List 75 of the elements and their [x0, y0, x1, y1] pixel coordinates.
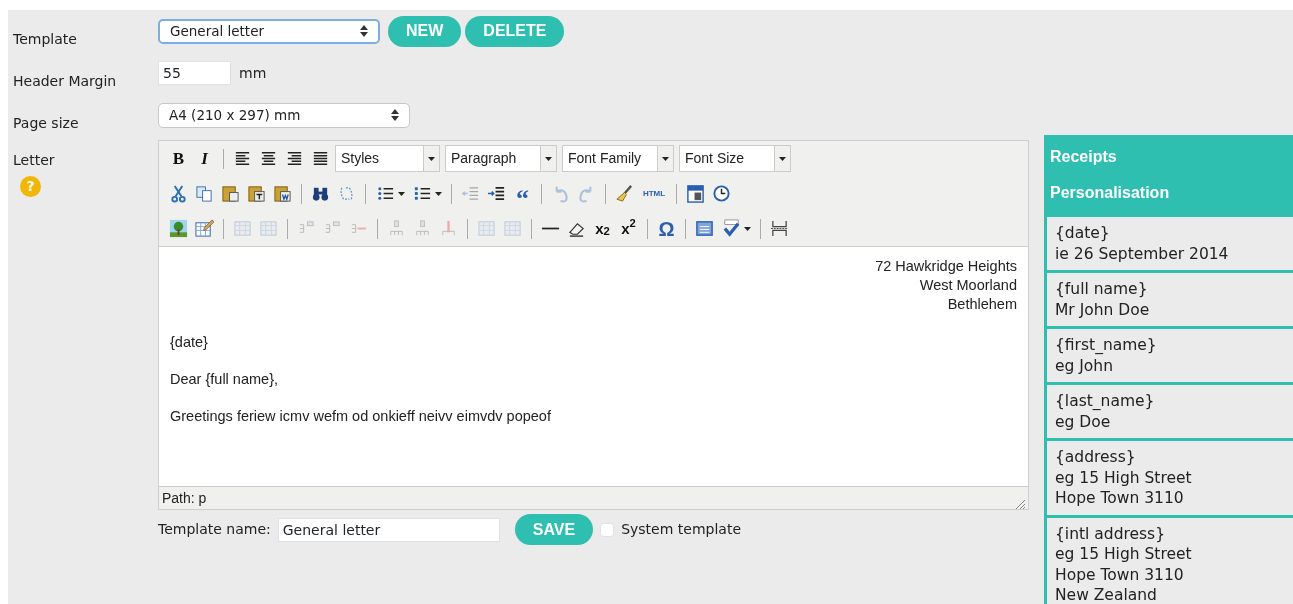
address-line: 72 Hawkridge Heights	[874, 257, 1017, 276]
tree-picture-icon[interactable]	[169, 219, 188, 238]
toolbar-select[interactable]: Paragraph	[445, 145, 557, 172]
field-label: Template	[13, 29, 77, 49]
clipboard-icon[interactable]	[247, 184, 266, 203]
template-select[interactable]: General letter	[158, 18, 380, 44]
bullet-list-icon[interactable]	[375, 184, 395, 203]
letter-text: {date}	[170, 333, 209, 352]
placeholder-tag: {intl address}	[1055, 523, 1287, 544]
placeholder-example: eg John	[1055, 355, 1114, 376]
letter-text: Dear {full name},	[170, 370, 279, 389]
placeholder-example: Hope Town 3110	[1055, 488, 1185, 509]
updown-icon	[360, 25, 368, 37]
placeholder-tag: {first_name}	[1055, 335, 1287, 356]
letter-text: Greetings feriew icmv wefm od onkieff neivv eimvdv popeof	[170, 407, 552, 426]
clock-icon[interactable]	[712, 184, 731, 203]
scissors-icon[interactable]	[169, 184, 188, 203]
field-label: Header Margin	[13, 71, 117, 91]
unit-label: mm	[239, 63, 267, 83]
toolbar-select[interactable]: Font Size	[679, 145, 791, 172]
placeholder-tag: {address}	[1055, 447, 1287, 468]
placeholder-example: eg Doe	[1055, 411, 1112, 432]
template-name-field[interactable]: General letter	[277, 517, 500, 542]
placeholder-example: Hope Town 3110	[1055, 564, 1185, 585]
calendar-icon[interactable]	[686, 184, 705, 203]
brush-icon[interactable]	[615, 184, 634, 203]
field-label: Page size	[13, 113, 79, 133]
placeholder-tag: {date}	[1055, 223, 1287, 244]
clipboard-icon[interactable]	[221, 184, 240, 203]
special-character-button[interactable]: Ω	[655, 217, 678, 240]
placeholder-tag: {full name}	[1055, 279, 1287, 300]
placeholder-example: New Zealand	[1055, 585, 1158, 604]
field-label: Template name:	[158, 520, 271, 539]
spellcheck-icon[interactable]	[721, 219, 741, 238]
justify-icon[interactable]	[311, 149, 330, 168]
superscript-button[interactable]: x$^{2}$	[617, 217, 640, 240]
caret-icon	[662, 156, 669, 161]
toolbar-select[interactable]: Font Family	[562, 145, 674, 172]
address-line: Bethlehem	[946, 295, 1017, 314]
checkbox-label: System template	[621, 520, 741, 539]
align-right-icon[interactable]	[285, 149, 304, 168]
page-break-icon[interactable]	[770, 219, 789, 238]
html-button[interactable]: HTML	[639, 182, 669, 205]
address-line: West Moorland	[918, 276, 1017, 295]
caret-icon	[779, 156, 786, 161]
copy-icon[interactable]	[195, 184, 214, 203]
updown-icon	[391, 109, 399, 121]
sidebar-heading: Personalisation	[1049, 183, 1171, 203]
italic-button[interactable]: I	[193, 147, 216, 170]
resize-grip-icon[interactable]	[1015, 499, 1025, 509]
align-center-icon[interactable]	[259, 149, 278, 168]
placeholder-example: Mr John Doe	[1055, 299, 1151, 320]
bold-button[interactable]: B	[167, 147, 190, 170]
caret-icon	[545, 156, 552, 161]
toolbar-select[interactable]: Styles	[335, 145, 440, 172]
status-path: Path: p	[162, 489, 207, 508]
clipboard-icon[interactable]	[273, 184, 292, 203]
placeholder-tag: {last_name}	[1055, 391, 1287, 412]
field-label: Letter	[13, 151, 56, 170]
table-edit-icon[interactable]	[195, 219, 214, 238]
margin-field[interactable]: 55	[158, 61, 231, 85]
help-icon: ?	[20, 176, 41, 197]
align-left-icon[interactable]	[233, 149, 252, 168]
system-template-checkbox[interactable]	[600, 522, 615, 537]
placeholder-example: eg 15 High Street	[1055, 544, 1193, 565]
indent-icon[interactable]	[487, 184, 506, 203]
placeholder-example: ie 26 September 2014	[1055, 243, 1230, 264]
page-size-select[interactable]: A4 (210 x 297) mm	[158, 102, 410, 128]
caret-icon	[428, 156, 435, 161]
placeholder-example: eg 15 High Street	[1055, 467, 1193, 488]
frame-icon[interactable]	[695, 219, 714, 238]
blockquote-button[interactable]: “	[511, 182, 534, 205]
sidebar-heading: Receipts	[1049, 147, 1118, 167]
subscript-button[interactable]: x$_{2}$	[591, 217, 614, 240]
numbered-list-icon[interactable]	[412, 184, 432, 203]
